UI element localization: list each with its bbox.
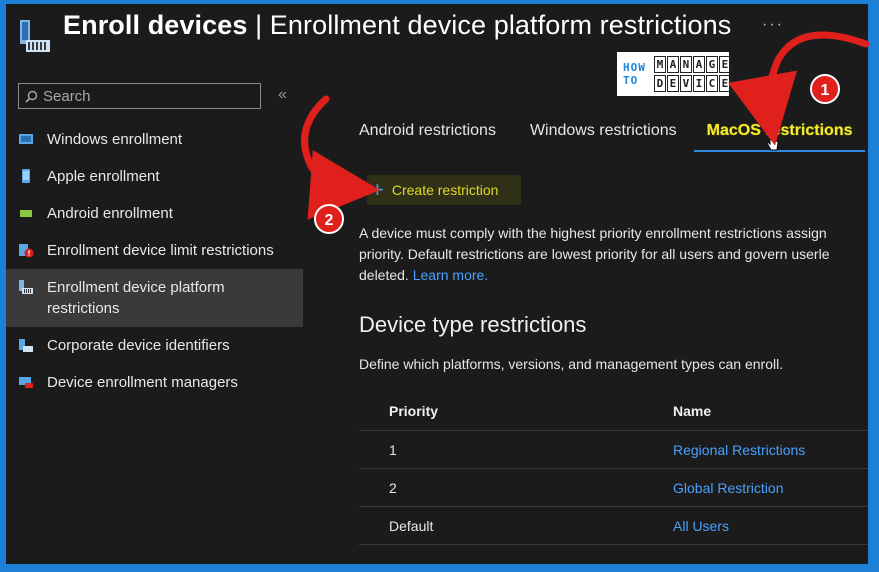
annotation-arrows	[301, 31, 870, 220]
annotation-badge-1: 1	[810, 74, 840, 104]
annotation-arrow-2	[301, 95, 380, 220]
annotation-badge-2: 2	[314, 204, 344, 234]
